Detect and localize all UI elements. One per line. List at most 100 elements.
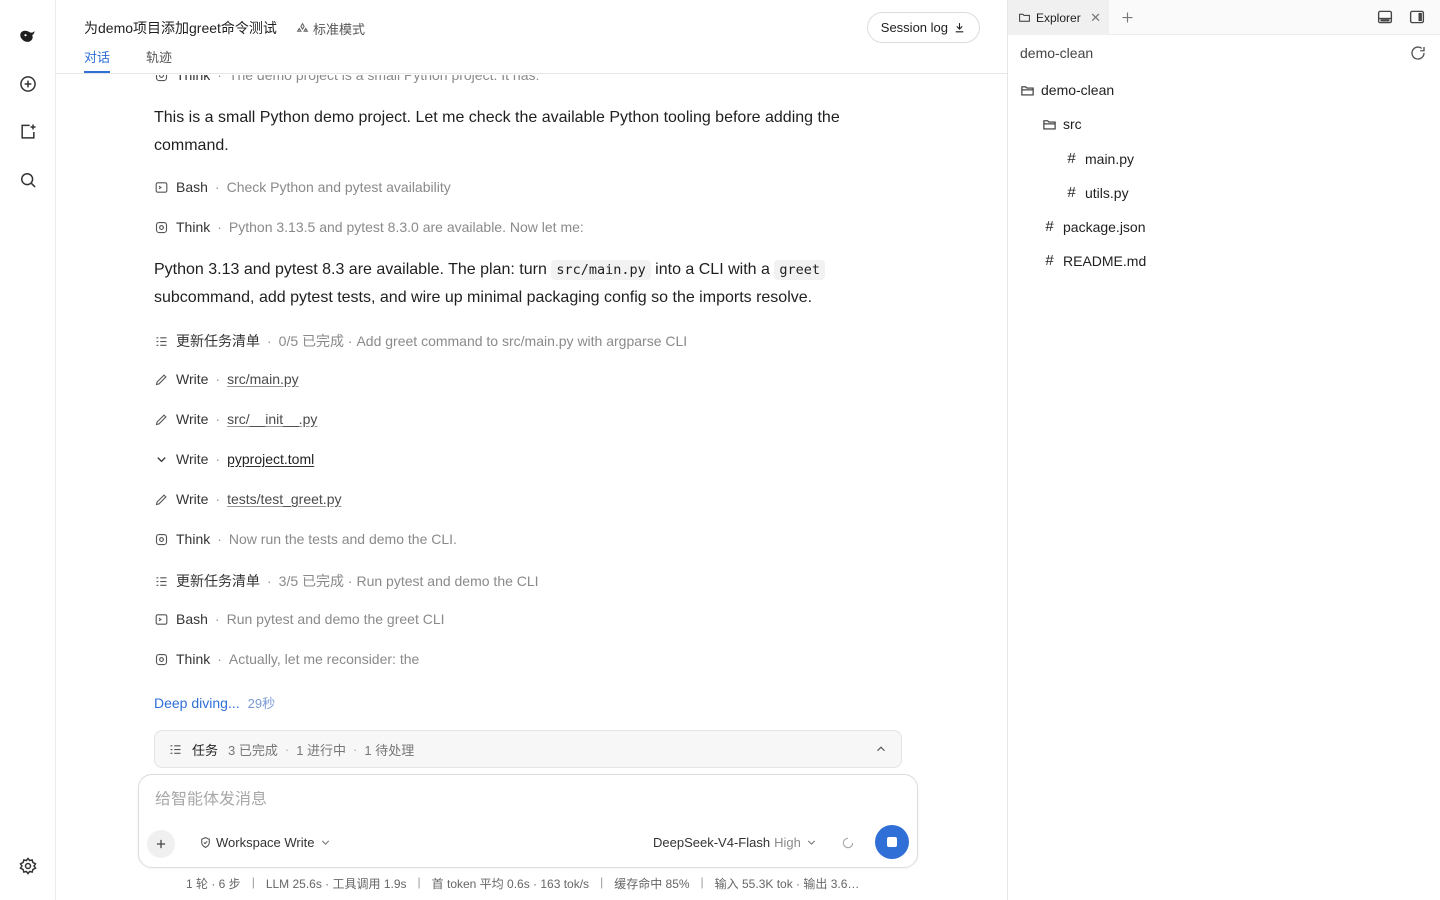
attach-add-button[interactable] [147,830,175,858]
step-todo-update[interactable]: 更新任务清单 · 0/5 已完成 · Add greet command to s… [154,331,687,351]
terminal-icon [154,180,169,195]
stat-tokens: 输入 55.3K tok · 输出 3.6… [714,877,860,891]
assistant-message: This is a small Python demo project. Let… [154,109,840,154]
step-think[interactable]: Think · The demo project is a small Pytho… [154,75,539,83]
checklist-icon [168,742,183,757]
tasks-summary-bar[interactable]: 任务 3 已完成 · 1 进行中 · 1 待处理 [154,730,902,768]
step-think[interactable]: Think · Actually, let me reconsider: the [154,651,419,667]
page-title: 为demo项目添加greet命令测试 [84,20,277,36]
assistant-message: Python 3.13 and pytest 8.3 are available… [154,256,874,312]
step-write-expanded[interactable]: Write · pyproject.toml [154,451,314,467]
tab-explorer[interactable]: Explorer ✕ [1008,0,1109,35]
step-label: Write [176,491,209,507]
tasks-pending-count: 1 待处理 [364,742,415,758]
think-icon [154,652,169,667]
refresh-icon[interactable] [1409,44,1427,62]
step-desc: Now run the tests and demo the CLI. [228,531,457,547]
message-input[interactable] [155,791,895,809]
file-link[interactable]: pyproject.toml [227,451,314,467]
step-label: Think [176,651,211,667]
file-hash-icon: # [1045,252,1054,269]
tree-folder[interactable]: demo-clean [1020,82,1114,98]
tree-label: main.py [1085,150,1135,167]
step-label: Write [176,371,209,387]
tree-label: demo-clean [1041,82,1115,98]
step-desc: Check Python and pytest availability [226,179,451,195]
pencil-icon [154,412,169,427]
step-label: 更新任务清单 [176,573,260,589]
step-write[interactable]: Write · src/__init__.py [154,411,317,427]
file-link[interactable]: src/main.py [227,371,299,387]
tasks-done-count: 3 已完成 [228,742,278,758]
chevron-down-icon[interactable] [154,452,169,467]
tree-label: utils.py [1085,184,1129,201]
loading-spinner-icon [842,837,854,849]
tree-file[interactable]: # main.py [1064,150,1134,167]
file-hash-icon: # [1067,184,1076,201]
pencil-icon [154,372,169,387]
step-label: Write [176,451,209,467]
chat-header: 为demo项目添加greet命令测试 标准模式 Session log 对话 轨… [56,0,1007,74]
elapsed-time: 29秒 [247,696,276,711]
pencil-icon [154,492,169,507]
explorer-panel: Explorer ✕ demo-clean demo-clean src # m… [1007,0,1440,900]
file-hash-icon: # [1045,218,1054,235]
folder-open-icon [1042,117,1057,132]
think-icon [154,75,169,83]
stop-button[interactable] [875,825,909,859]
toggle-side-panel-icon[interactable] [1408,8,1426,26]
download-icon [955,23,964,33]
mode-icon [296,22,309,32]
step-label: Bash [176,611,208,627]
close-icon[interactable]: ✕ [1090,10,1101,26]
stat-timing: LLM 25.6s · 工具调用 1.9s [265,877,407,891]
new-chat-icon[interactable] [14,70,42,98]
permission-label: Workspace Write [216,835,315,850]
session-log-button[interactable]: Session log [866,12,980,43]
toggle-bottom-panel-icon[interactable] [1376,8,1394,26]
left-rail [0,0,56,900]
step-desc: Python 3.13.5 and pytest 8.3.0 are avail… [228,219,584,235]
mode-indicator[interactable]: 标准模式 [296,19,365,38]
new-tab-plus-icon[interactable] [1116,6,1138,28]
tree-folder[interactable]: src [1042,116,1082,132]
message-composer: Workspace Write DeepSeek-V4-Flash High [138,774,918,868]
think-icon [154,220,169,235]
tab-trace[interactable]: 轨迹 [146,47,172,66]
step-todo-update[interactable]: 更新任务清单 · 3/5 已完成 · Run pytest and demo th… [154,571,539,591]
chevron-down-icon [321,840,329,845]
tasks-in-progress-count: 1 进行中 [296,742,347,758]
step-think[interactable]: Think · Python 3.13.5 and pytest 8.3.0 ar… [154,219,584,235]
active-tab-indicator [84,71,110,73]
step-desc: 3/5 已完成 · Run pytest and demo the CLI [278,573,539,589]
workspace-root-label: demo-clean [1020,45,1094,61]
settings-gear-icon[interactable] [14,852,42,880]
app-logo-icon[interactable] [14,22,42,50]
step-label: 更新任务清单 [176,333,260,349]
file-link[interactable]: src/__init__.py [227,411,317,427]
think-icon [154,532,169,547]
checklist-icon [154,574,169,589]
tree-file[interactable]: # package.json [1042,218,1146,235]
new-task-icon[interactable] [14,118,42,146]
step-bash[interactable]: Bash · Run pytest and demo the greet CLI [154,611,445,627]
step-label: Think [176,219,211,235]
model-name: DeepSeek-V4-Flash [653,835,771,850]
file-link[interactable]: tests/test_greet.py [227,491,341,507]
tree-label: src [1063,116,1082,132]
tree-file[interactable]: # README.md [1042,252,1146,269]
search-icon[interactable] [14,166,42,194]
step-think[interactable]: Think · Now run the tests and demo the CL… [154,531,457,547]
chevron-up-icon[interactable] [874,742,888,756]
tree-label: package.json [1063,218,1146,235]
deep-diving-status: Deep diving... 29秒 [154,693,275,712]
step-label: Bash [176,179,208,195]
tab-chat[interactable]: 对话 [84,47,110,66]
step-write[interactable]: Write · tests/test_greet.py [154,491,342,507]
permission-selector[interactable]: Workspace Write [199,835,332,850]
model-effort: High [774,835,801,850]
tree-file[interactable]: # utils.py [1064,184,1129,201]
step-bash[interactable]: Bash · Check Python and pytest availabili… [154,179,451,195]
step-write[interactable]: Write · src/main.py [154,371,299,387]
model-selector[interactable]: DeepSeek-V4-Flash High [653,835,818,850]
